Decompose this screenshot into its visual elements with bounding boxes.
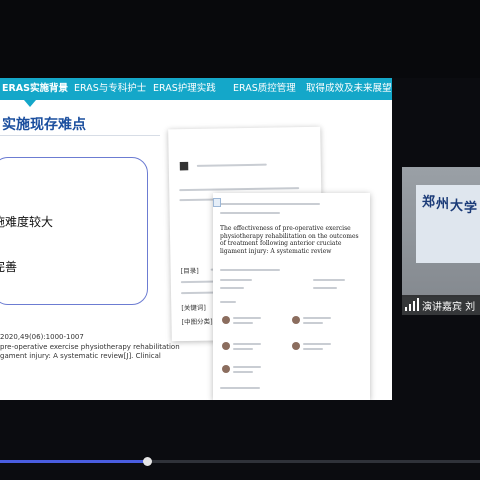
english-paper-image: The effectiveness of pre-operative exerc… [213,193,370,400]
nav-item-nursing-practice[interactable]: ERAS护理实践 [153,82,216,96]
slide-title: 实施现存难点 [2,117,86,133]
point-item: 完善 [0,260,18,274]
reference-text: 2020,49(06):1000-1007 pre-operative exer… [0,333,180,362]
university-sign: 郑 州 大 学 [416,185,480,263]
presentation-slide: ERAS实施背景 ERAS与专科护士 ERAS护理实践 ERAS质控管理 取得成… [0,78,392,400]
reference-line: 2020,49(06):1000-1007 [0,333,84,341]
slide-nav-bar: ERAS实施背景 ERAS与专科护士 ERAS护理实践 ERAS质控管理 取得成… [0,78,392,100]
nav-active-pointer [24,100,36,107]
paper-glyph: [中图分类] [181,317,213,327]
black-background-top [0,0,480,78]
nav-item-specialist-nurse[interactable]: ERAS与专科护士 [74,82,146,96]
author-avatar [222,316,230,324]
speaker-label: 演讲嘉宾 刘 [402,295,480,315]
sign-glyph: 大 [450,199,464,214]
speaker-name: 演讲嘉宾 刘 [422,302,476,313]
nav-item-background[interactable]: ERAS实施背景 [2,82,68,96]
nav-item-outcomes[interactable]: 取得成效及未来展望 [306,82,392,96]
playback-progress-fill [0,460,148,463]
title-divider [0,135,160,136]
paper-glyph: [目录] [180,266,199,276]
paper-glyph: ■ [178,158,190,173]
signal-bars-icon [405,298,419,311]
reference-line: gament injury: A systematic review[J]. C… [0,352,161,360]
paper-glyph: [关键词] [181,303,206,313]
nav-item-quality-control[interactable]: ERAS质控管理 [233,82,296,96]
playback-scrubber-handle[interactable] [143,457,153,466]
sign-glyph: 州 [436,197,450,212]
reference-line: pre-operative exercise physiotherapy reh… [0,342,180,351]
paper-title: The effectiveness of pre-operative exerc… [220,225,359,255]
points-box: 施难度较大 完善 [0,157,148,305]
sign-glyph: 郑 [422,195,436,210]
author-avatar [292,316,300,324]
playback-progress-bar[interactable] [0,457,480,466]
point-item: 施难度较大 [0,215,54,229]
author-avatar [292,342,300,350]
speaker-webcam[interactable]: 郑 州 大 学 演讲嘉宾 刘 [402,167,480,315]
author-avatar [222,342,230,350]
sign-glyph: 学 [464,201,478,216]
author-avatar [222,365,230,373]
